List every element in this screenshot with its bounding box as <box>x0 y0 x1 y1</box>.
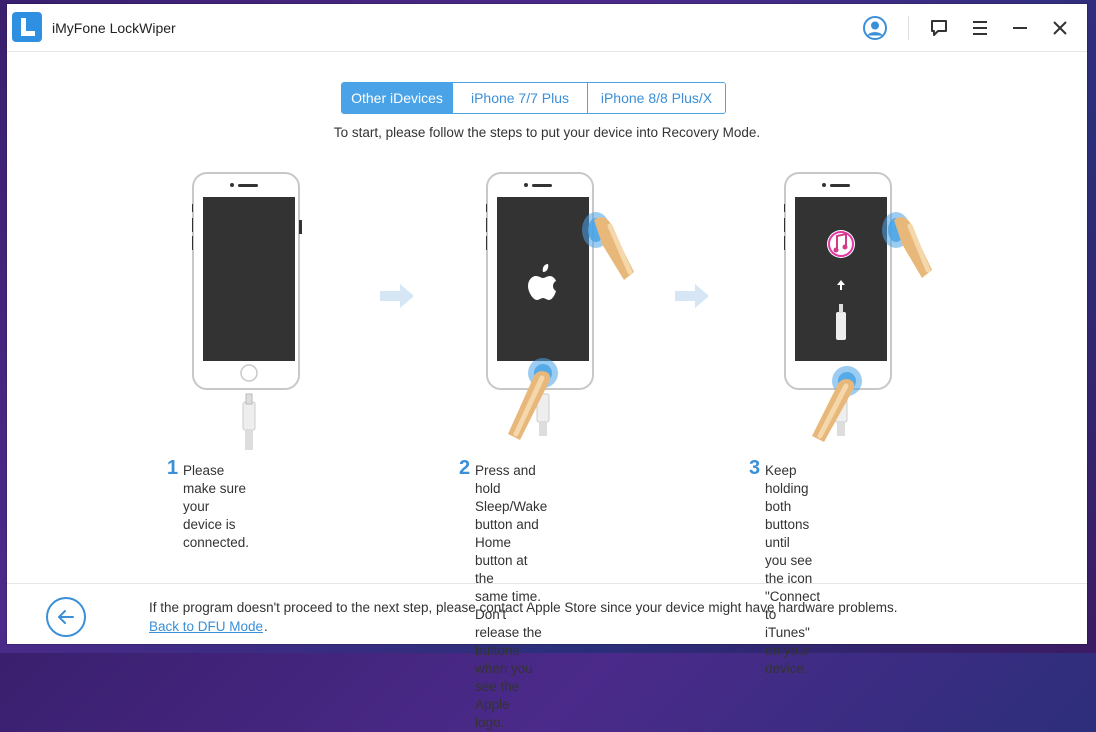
step-line: Press and hold Sleep/Wake <box>475 463 548 514</box>
step-line: Please make sure your device is <box>183 463 247 532</box>
phone-itunes-illustration <box>784 172 932 442</box>
footer-link-suffix: . <box>264 619 268 634</box>
account-icon[interactable] <box>863 16 887 40</box>
step-text: Please make sure your device is connecte… <box>183 462 249 552</box>
tab-other-idevices[interactable]: Other iDevices <box>342 83 452 113</box>
feedback-icon[interactable] <box>927 16 951 40</box>
step-number: 2 <box>459 457 471 479</box>
step-line: logo. <box>475 715 505 730</box>
app-window: iMyFone LockWiper Other iDevices iPhone … <box>7 4 1087 730</box>
back-button[interactable] <box>46 597 86 637</box>
app-title: iMyFone LockWiper <box>52 20 176 36</box>
tab-iphone-8-x[interactable]: iPhone 8/8 Plus/X <box>587 83 725 113</box>
title-bar: iMyFone LockWiper <box>7 4 1087 52</box>
titlebar-divider <box>908 16 909 40</box>
minimize-icon[interactable] <box>1008 16 1032 40</box>
arrow-right-icon <box>380 284 414 308</box>
instruction-text: To start, please follow the steps to put… <box>333 125 761 140</box>
arrow-left-icon <box>58 610 74 624</box>
step-line: button and Home button at the <box>475 517 539 586</box>
back-to-dfu-link[interactable]: Back to DFU Mode <box>149 619 263 634</box>
step-line: Keep holding both buttons until <box>765 463 810 550</box>
step-number: 1 <box>167 457 179 479</box>
device-tabs: Other iDevices iPhone 7/7 Plus iPhone 8/… <box>341 82 726 114</box>
step-text: Keep holding both buttons until you see … <box>765 462 820 678</box>
footer-message: If the program doesn't proceed to the ne… <box>149 600 898 615</box>
step-number: 3 <box>749 457 761 479</box>
tab-iphone-7[interactable]: iPhone 7/7 Plus <box>452 83 587 113</box>
step-line: connected. <box>183 535 250 550</box>
phone-apple-logo-illustration <box>486 172 634 440</box>
close-icon[interactable] <box>1048 16 1072 40</box>
footer: If the program doesn't proceed to the ne… <box>7 583 1087 645</box>
phone-connected-illustration <box>192 172 302 450</box>
arrow-right-icon <box>675 284 709 308</box>
logo-icon <box>12 12 42 42</box>
menu-icon[interactable] <box>968 16 992 40</box>
